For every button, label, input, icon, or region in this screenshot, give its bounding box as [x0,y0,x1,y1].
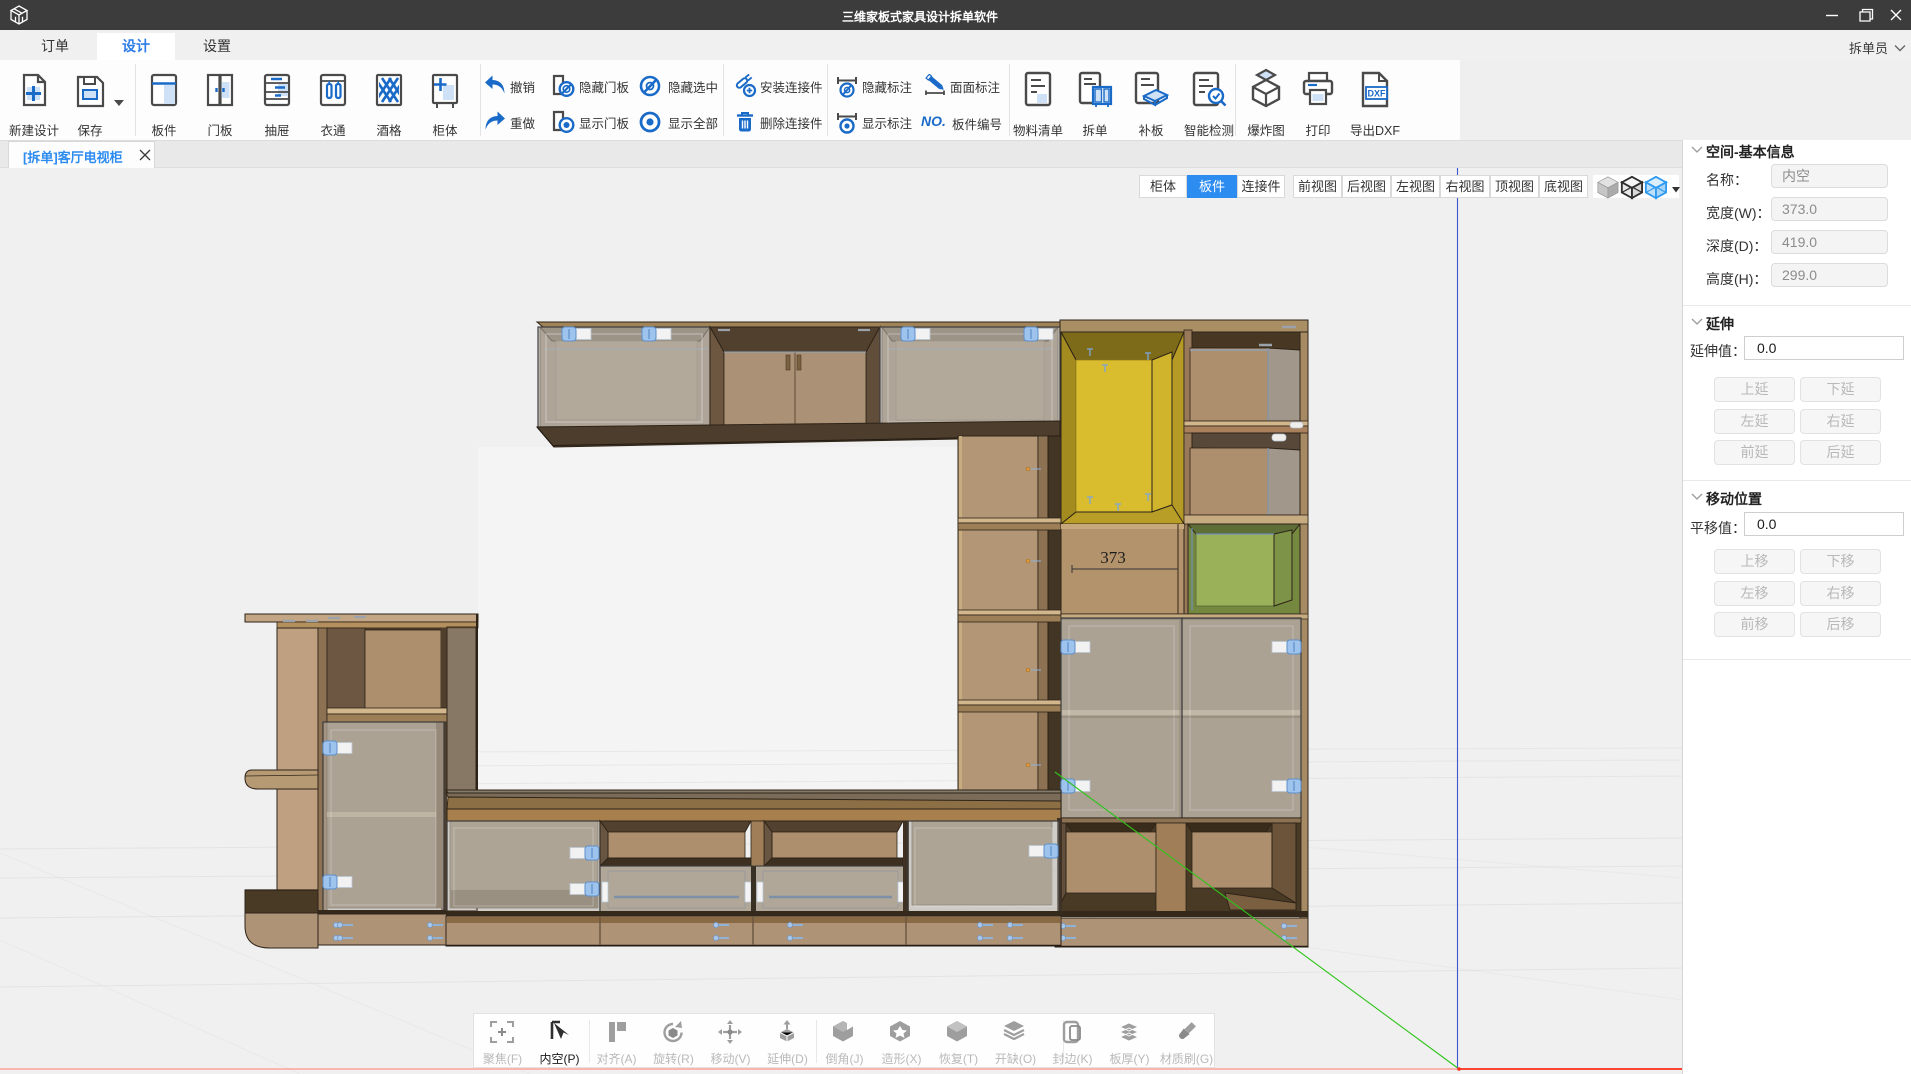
svg-text:373: 373 [1100,548,1126,567]
svg-text:DXF: DXF [1368,89,1387,99]
